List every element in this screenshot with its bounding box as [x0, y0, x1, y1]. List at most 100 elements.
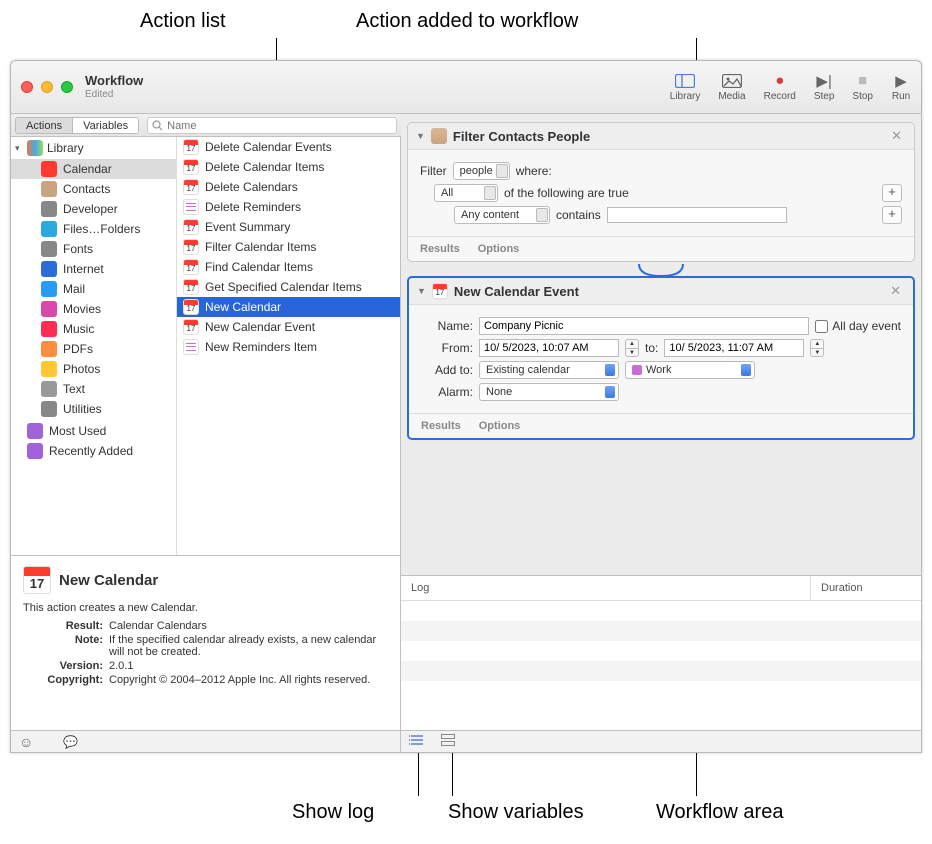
disclosure-icon[interactable]: ▼ — [416, 131, 425, 141]
step-icon: ▶| — [814, 73, 834, 89]
workflow-action-filter-contacts[interactable]: ▼ Filter Contacts People ✕ Filter people… — [407, 122, 915, 262]
filter-type-select[interactable]: people — [453, 162, 510, 180]
action-new-reminders-item[interactable]: New Reminders Item — [177, 337, 400, 357]
library-item-files-folders[interactable]: Files…Folders — [11, 219, 176, 239]
left-panel: Actions Variables Library CalendarContac… — [11, 114, 401, 752]
results-button[interactable]: Results — [420, 243, 460, 255]
action-delete-calendar-items[interactable]: Delete Calendar Items — [177, 157, 400, 177]
smiley-icon[interactable]: ☺ — [19, 734, 33, 750]
calendar-icon — [183, 279, 199, 295]
library-item-music[interactable]: Music — [11, 319, 176, 339]
add-rule-button[interactable]: + — [882, 184, 902, 202]
run-button[interactable]: ▶ Run — [891, 73, 911, 102]
category-icon — [41, 301, 57, 317]
library-item-text[interactable]: Text — [11, 379, 176, 399]
library-item-movies[interactable]: Movies — [11, 299, 176, 319]
description-summary: This action creates a new Calendar. — [23, 602, 388, 614]
show-variables-icon[interactable] — [441, 734, 455, 749]
workflow-area[interactable]: ▼ Filter Contacts People ✕ Filter people… — [401, 114, 921, 575]
library-item-most-used[interactable]: Most Used — [11, 421, 176, 441]
zoom-button[interactable] — [61, 81, 73, 93]
add-criterion-button[interactable]: + — [882, 206, 902, 224]
search-field[interactable] — [147, 117, 397, 134]
calendar-color-swatch — [632, 365, 642, 375]
calendar-icon — [183, 259, 199, 275]
speech-icon[interactable]: 💬 — [63, 735, 78, 749]
step-button[interactable]: ▶| Step — [814, 73, 835, 102]
addto-select[interactable]: Existing calendar — [479, 361, 619, 379]
library-item-developer[interactable]: Developer — [11, 199, 176, 219]
action-new-calendar[interactable]: New Calendar — [177, 297, 400, 317]
library-item-recently-added[interactable]: Recently Added — [11, 441, 176, 461]
action-filter-calendar-items[interactable]: Filter Calendar Items — [177, 237, 400, 257]
action-get-specified-calendar-items[interactable]: Get Specified Calendar Items — [177, 277, 400, 297]
options-button[interactable]: Options — [478, 243, 520, 255]
library-item-mail[interactable]: Mail — [11, 279, 176, 299]
calendar-select[interactable]: Work — [625, 361, 755, 379]
contacts-icon — [431, 128, 447, 144]
minimize-button[interactable] — [41, 81, 53, 93]
disclosure-icon[interactable]: ▼ — [417, 286, 426, 296]
document-subtitle: Edited — [85, 89, 143, 101]
annotation-show-log: Show log — [292, 801, 374, 824]
close-button[interactable] — [21, 81, 33, 93]
library-item-internet[interactable]: Internet — [11, 259, 176, 279]
automator-window: Workflow Edited Library Media ● Record ▶… — [10, 60, 922, 753]
window-title: Workflow Edited — [85, 73, 143, 101]
record-button[interactable]: ● Record — [764, 73, 796, 102]
library-tabbar: Actions Variables — [11, 114, 401, 137]
annotation-show-variables: Show variables — [448, 801, 584, 824]
category-icon — [41, 281, 57, 297]
library-root[interactable]: Library — [11, 137, 176, 159]
action-delete-reminders[interactable]: Delete Reminders — [177, 197, 400, 217]
left-bottombar: ☺ 💬 — [11, 730, 400, 752]
duration-column[interactable]: Duration — [811, 576, 921, 600]
library-item-pdfs[interactable]: PDFs — [11, 339, 176, 359]
options-button[interactable]: Options — [479, 420, 521, 432]
folder-icon — [27, 443, 43, 459]
library-item-fonts[interactable]: Fonts — [11, 239, 176, 259]
close-icon[interactable]: ✕ — [886, 283, 905, 299]
results-button[interactable]: Results — [421, 420, 461, 432]
reminders-icon — [183, 199, 199, 215]
calendar-icon — [183, 239, 199, 255]
close-icon[interactable]: ✕ — [887, 128, 906, 144]
action-event-summary[interactable]: Event Summary — [177, 217, 400, 237]
event-name-input[interactable] — [479, 317, 809, 335]
action-list[interactable]: Delete Calendar EventsDelete Calendar It… — [177, 137, 400, 555]
card-header[interactable]: ▼ New Calendar Event ✕ — [409, 278, 913, 305]
tab-segment: Actions Variables — [15, 117, 139, 134]
library-item-contacts[interactable]: Contacts — [11, 179, 176, 199]
media-button[interactable]: Media — [718, 73, 745, 102]
workflow-action-new-calendar-event[interactable]: ▼ New Calendar Event ✕ Name: All day eve… — [407, 276, 915, 440]
criterion-value-input[interactable] — [607, 207, 787, 223]
scope-select[interactable]: All — [434, 184, 498, 202]
stop-icon: ■ — [853, 73, 873, 89]
to-stepper[interactable]: ▲▼ — [810, 339, 824, 357]
from-date-input[interactable] — [479, 339, 619, 357]
from-stepper[interactable]: ▲▼ — [625, 339, 639, 357]
search-input[interactable] — [167, 120, 392, 132]
tab-actions[interactable]: Actions — [16, 118, 72, 133]
action-delete-calendar-events[interactable]: Delete Calendar Events — [177, 137, 400, 157]
document-title: Workflow — [85, 73, 143, 89]
library-item-photos[interactable]: Photos — [11, 359, 176, 379]
folder-icon — [27, 423, 43, 439]
action-delete-calendars[interactable]: Delete Calendars — [177, 177, 400, 197]
library-toggle[interactable]: Library — [670, 73, 701, 102]
card-header[interactable]: ▼ Filter Contacts People ✕ — [408, 123, 914, 150]
library-item-utilities[interactable]: Utilities — [11, 399, 176, 419]
criterion-select[interactable]: Any content — [454, 206, 550, 224]
action-new-calendar-event[interactable]: New Calendar Event — [177, 317, 400, 337]
action-find-calendar-items[interactable]: Find Calendar Items — [177, 257, 400, 277]
calendar-icon — [183, 159, 199, 175]
library-tree[interactable]: Library CalendarContactsDeveloperFiles…F… — [11, 137, 177, 555]
to-date-input[interactable] — [664, 339, 804, 357]
alarm-select[interactable]: None — [479, 383, 619, 401]
stop-button[interactable]: ■ Stop — [852, 73, 873, 102]
all-day-checkbox[interactable]: All day event — [815, 319, 901, 333]
show-log-icon[interactable] — [409, 734, 425, 749]
library-item-calendar[interactable]: Calendar — [11, 159, 176, 179]
log-column[interactable]: Log — [401, 576, 811, 600]
tab-variables[interactable]: Variables — [72, 118, 138, 133]
